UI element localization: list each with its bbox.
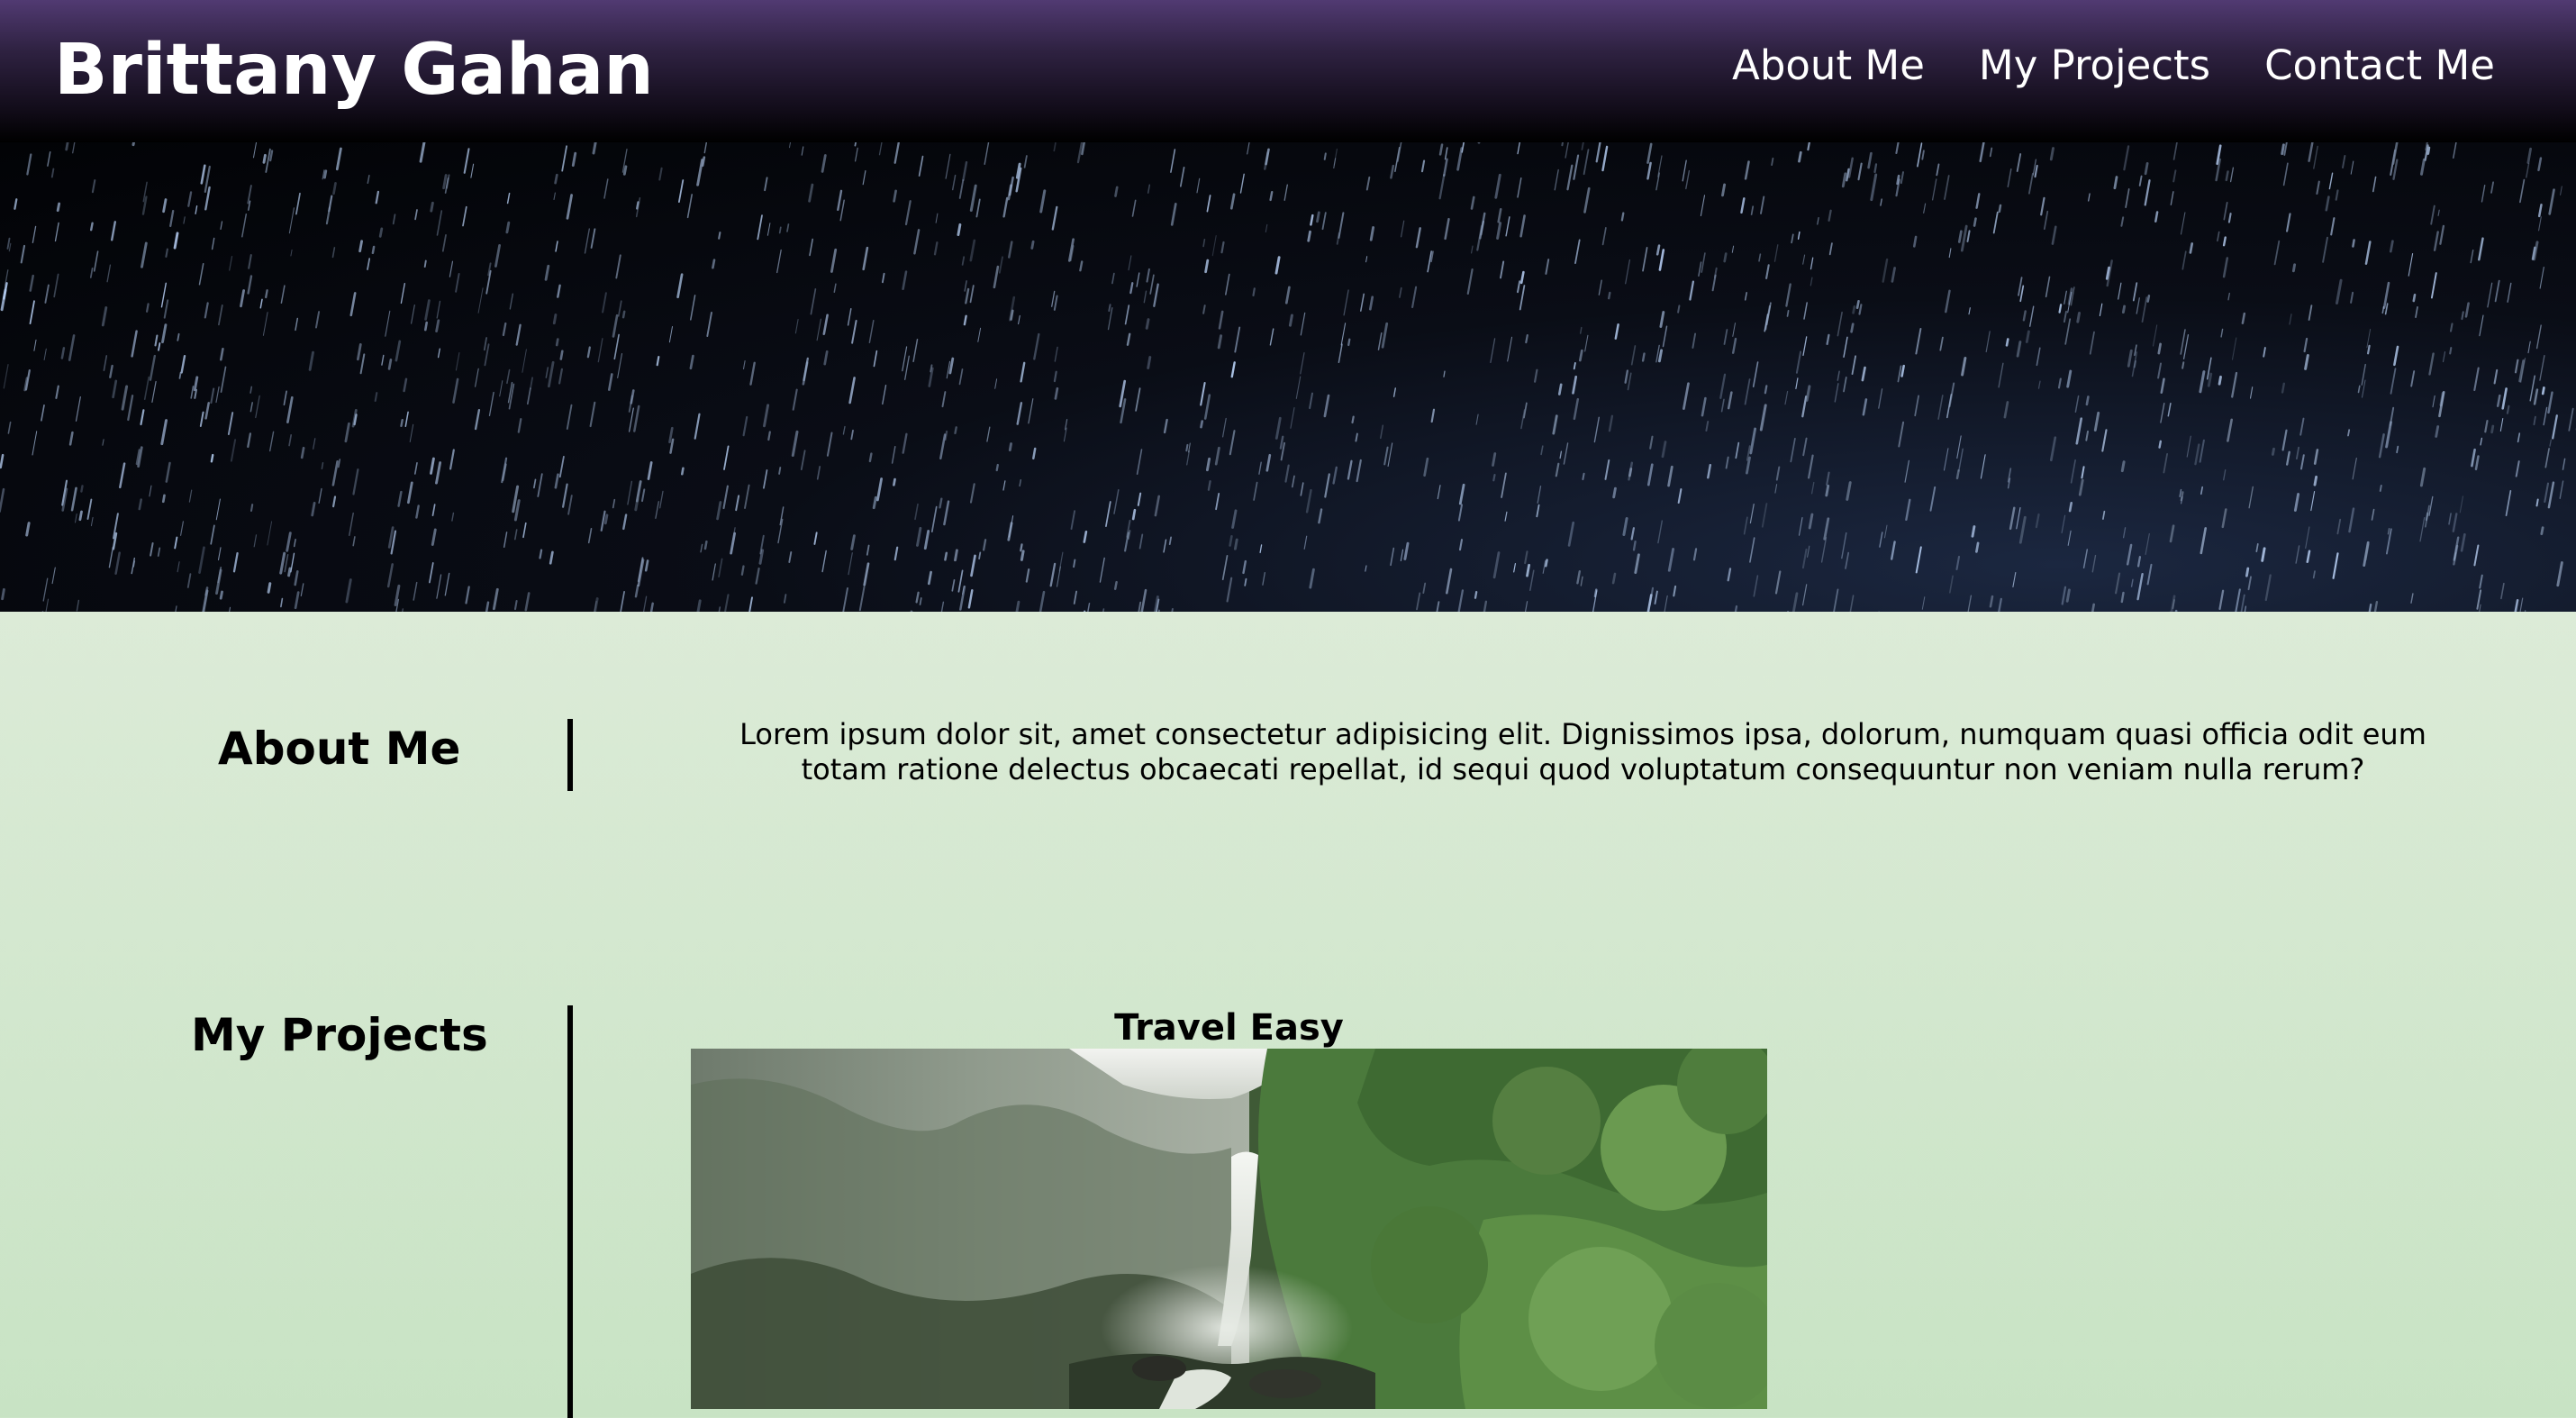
project-image-waterfall[interactable] (691, 1049, 1767, 1409)
about-paragraph: Lorem ipsum dolor sit, amet consectetur … (739, 717, 2426, 786)
project-title[interactable]: Travel Easy (691, 1004, 1767, 1049)
nav-link-my-projects[interactable]: My Projects (1979, 34, 2210, 97)
about-heading: About Me (218, 723, 461, 775)
hero-rain-streaks (0, 142, 2576, 612)
nav-link-about-me[interactable]: About Me (1732, 34, 1925, 97)
projects-divider (567, 1005, 573, 1418)
site-header: Brittany Gahan About Me My Projects Cont… (0, 0, 2576, 142)
projects-heading: My Projects (191, 1009, 488, 1061)
project-card[interactable]: Travel Easy (691, 1004, 1767, 1409)
about-divider (567, 719, 573, 791)
hero-banner-image (0, 142, 2576, 612)
rain-streak-group (0, 142, 2576, 612)
site-title[interactable]: Brittany Gahan (54, 23, 654, 117)
main-nav: About Me My Projects Contact Me (1732, 34, 2495, 97)
nav-link-contact-me[interactable]: Contact Me (2264, 34, 2495, 97)
